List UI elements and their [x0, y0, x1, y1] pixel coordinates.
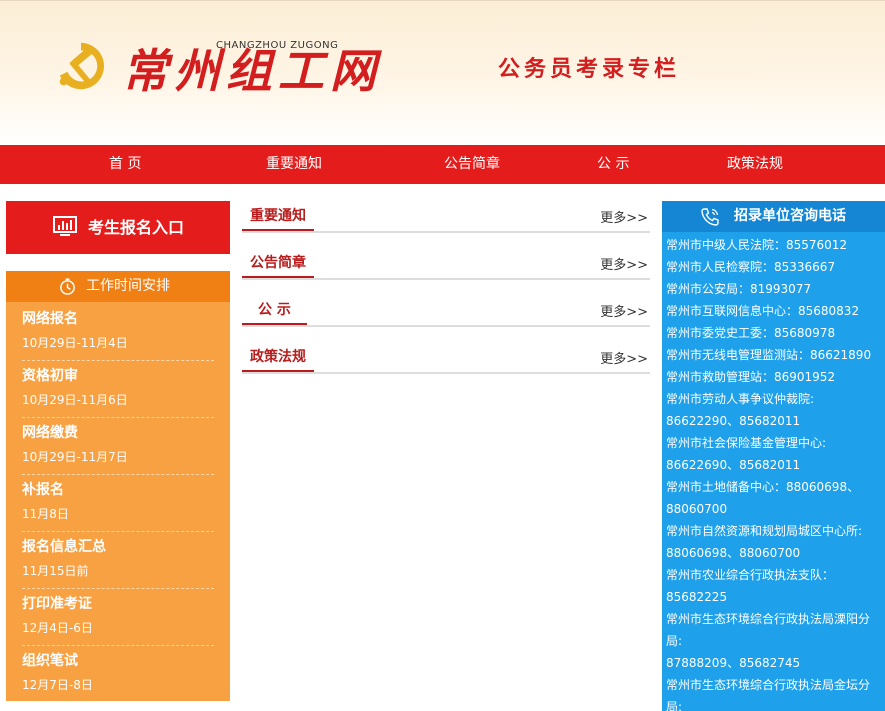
schedule-item-name: 打印准考证	[22, 596, 92, 612]
section-title[interactable]: 公告简章	[242, 252, 314, 278]
schedule-item-name: 组织笔试	[22, 653, 78, 669]
section-announcements: 公告简章 更多>>	[242, 248, 650, 280]
schedule-item-name: 报名信息汇总	[22, 539, 106, 555]
schedule-header: 工作时间安排	[6, 271, 230, 302]
schedule-panel: 工作时间安排 网络报名 10月29日-11月4日 资格初审 10月29日-11月…	[6, 271, 230, 701]
contact-phones-list: 常州市中级人民法院：85576012 常州市人民检察院：85336667 常州市公安…	[666, 234, 884, 711]
applicant-registration-label: 考生报名入口	[88, 218, 185, 237]
phone-line: 88060700	[666, 502, 728, 516]
phone-line: 常州市无线电管理监测站：86621890	[666, 348, 872, 362]
contact-phones-header: 招录单位咨询电话	[662, 201, 885, 232]
schedule-item-name: 网络报名	[22, 311, 78, 327]
phone-line: 常州市农业综合行政执法支队：	[666, 568, 835, 582]
site-logo-subtitle: CHANGZHOU ZUGONG	[216, 40, 339, 51]
phone-line: 常州市中级人民法院：85576012	[666, 238, 848, 252]
section-notices: 重要通知 更多>>	[242, 201, 650, 233]
schedule-item-date: 10月29日-11月7日	[22, 450, 128, 464]
schedule-item-name: 补报名	[22, 482, 64, 498]
schedule-item-date: 12月4日-6日	[22, 621, 93, 635]
phone-line: 88060698、88060700	[666, 546, 801, 560]
schedule-item: 网络报名 10月29日-11月4日	[22, 304, 214, 361]
section-title[interactable]: 政策法规	[242, 346, 314, 372]
nav-item-announcements[interactable]: 公告简章	[444, 145, 500, 184]
schedule-item-date: 11月15日前	[22, 564, 89, 578]
schedule-item: 组织笔试 12月7日-8日	[22, 646, 214, 702]
schedule-item: 打印准考证 12月4日-6日	[22, 589, 214, 646]
phone-line: 常州市自然资源和规划局城区中心所:	[666, 524, 863, 538]
phone-line: 局:	[666, 700, 683, 711]
more-link[interactable]: 更多>>	[600, 301, 648, 320]
clock-icon	[60, 278, 75, 295]
schedule-item: 网络缴费 10月29日-11月7日	[22, 418, 214, 475]
phone-icon	[701, 208, 719, 226]
phone-line: 85682225	[666, 590, 728, 604]
applicant-registration-button[interactable]: 考生报名入口	[6, 201, 230, 254]
contact-phones-panel: 招录单位咨询电话 常州市中级人民法院：85576012 常州市人民检察院：8533…	[662, 201, 885, 711]
phone-line: 常州市生态环境综合行政执法局溧阳分	[666, 612, 871, 626]
nav-item-policies[interactable]: 政策法规	[727, 145, 783, 184]
section-title[interactable]: 重要通知	[242, 205, 314, 231]
nav-item-notices[interactable]: 重要通知	[266, 145, 322, 184]
site-header: 常州组工网 CHANGZHOU ZUGONG 公务员考录专栏	[0, 0, 885, 146]
schedule-item-date: 10月29日-11月4日	[22, 336, 128, 350]
schedule-item-name: 资格初审	[22, 368, 78, 384]
schedule-title: 工作时间安排	[86, 278, 170, 294]
schedule-item: 补报名 11月8日	[22, 475, 214, 532]
more-link[interactable]: 更多>>	[600, 348, 648, 367]
phone-line: 常州市土地储备中心：88060698、	[666, 480, 860, 494]
phone-line: 常州市劳动人事争议仲裁院:	[666, 392, 815, 406]
phone-line: 常州市救助管理站：86901952	[666, 370, 836, 384]
main-nav: 首 页 重要通知 公告简章 公 示 政策法规	[0, 145, 885, 184]
phone-line: 86622690、85682011	[666, 458, 801, 472]
phone-line: 常州市公安局：81993077	[666, 282, 812, 296]
section-publicity: 公 示 更多>>	[242, 295, 650, 327]
hammer-sickle-icon	[59, 42, 105, 90]
schedule-item-date: 11月8日	[22, 507, 69, 521]
phone-line: 常州市委党史工委：85680978	[666, 326, 836, 340]
nav-item-publicity[interactable]: 公 示	[597, 145, 629, 184]
schedule-item-name: 网络缴费	[22, 425, 78, 441]
more-link[interactable]: 更多>>	[600, 207, 648, 226]
schedule-item-date: 10月29日-11月6日	[22, 393, 128, 407]
schedule-item-date: 12月7日-8日	[22, 678, 93, 692]
schedule-item: 报名信息汇总 11月15日前	[22, 532, 214, 589]
phone-line: 常州市互联网信息中心：85680832	[666, 304, 860, 318]
section-policies: 政策法规 更多>>	[242, 342, 650, 374]
phone-line: 87888209、85682745	[666, 656, 801, 670]
phone-line: 86622290、85682011	[666, 414, 801, 428]
phone-line: 常州市生态环境综合行政执法局金坛分	[666, 678, 871, 692]
contact-phones-title: 招录单位咨询电话	[734, 208, 846, 224]
section-title[interactable]: 公 示	[242, 299, 307, 325]
schedule-item: 资格初审 10月29日-11月6日	[22, 361, 214, 418]
phone-line: 常州市社会保险基金管理中心:	[666, 436, 827, 450]
column-title: 公务员考录专栏	[498, 57, 681, 82]
phone-line: 局:	[666, 634, 683, 648]
phone-line: 常州市人民检察院：85336667	[666, 260, 836, 274]
chart-screen-icon	[53, 216, 77, 236]
more-link[interactable]: 更多>>	[600, 254, 648, 273]
nav-item-home[interactable]: 首 页	[109, 145, 141, 184]
